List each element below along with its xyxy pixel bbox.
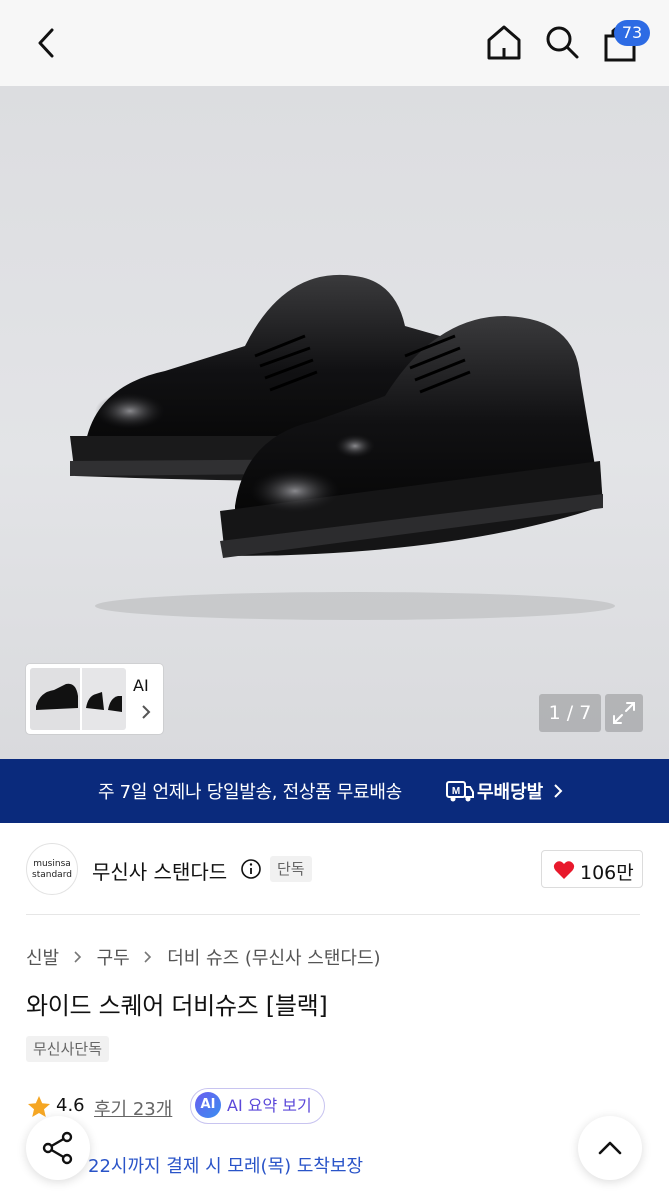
brand-logo[interactable]: musinsa standard (26, 843, 78, 895)
image-counter: 1 / 7 (539, 694, 601, 732)
star-icon (28, 1096, 50, 1117)
rating-value: 4.6 (56, 1095, 85, 1116)
like-count: 106만 (580, 862, 634, 884)
delivery-guarantee-text: 22시까지 결제 시 모레(목) 도착보장 (88, 1156, 364, 1177)
breadcrumb: 신발 구두 더비 슈즈 (무신사 스탠다드) (26, 944, 381, 970)
chevron-right-icon (142, 705, 151, 719)
reviews-link[interactable]: 후기 23개 (94, 1095, 172, 1121)
ai-summary-button[interactable]: AI AI 요약 보기 (190, 1088, 325, 1124)
thumbnail-image (30, 668, 126, 730)
product-image-gallery[interactable]: AI 1 / 7 (0, 86, 669, 759)
ai-badge-icon: AI (195, 1092, 221, 1118)
banner-badge-text: 무배당발 (477, 782, 544, 803)
heart-icon (553, 861, 575, 879)
cart-count-badge: 73 (614, 20, 650, 46)
ai-summary-label: AI 요약 보기 (227, 1096, 312, 1115)
breadcrumb-item[interactable]: 신발 (26, 944, 59, 970)
ai-label: AI (133, 676, 149, 695)
exclusive-tag: 무신사단독 (26, 1036, 110, 1062)
product-title: 와이드 스퀘어 더비슈즈 [블랙] (26, 992, 328, 1020)
exclusive-badge: 단독 (270, 856, 312, 882)
divider (26, 914, 640, 915)
banner-text: 주 7일 언제나 당일발송, 전상품 무료배송 (98, 782, 402, 803)
free-delivery-banner[interactable]: 주 7일 언제나 당일발송, 전상품 무료배송 M 무배당발 (0, 759, 669, 823)
info-icon[interactable] (240, 858, 262, 880)
delivery-truck-icon: M (446, 781, 474, 802)
chevron-up-icon (598, 1141, 622, 1155)
search-icon[interactable] (542, 22, 582, 62)
like-button[interactable]: 106만 (541, 850, 643, 888)
product-photo (70, 274, 615, 620)
home-icon[interactable] (484, 22, 524, 62)
breadcrumb-item[interactable]: 더비 슈즈 (무신사 스탠다드) (167, 944, 380, 970)
share-button[interactable] (26, 1116, 90, 1180)
brand-name[interactable]: 무신사 스탠다드 (92, 856, 227, 885)
scroll-top-button[interactable] (578, 1116, 642, 1180)
ai-thumbnail-strip[interactable]: AI (26, 664, 163, 734)
chevron-right-icon (554, 784, 563, 798)
svg-text:M: M (452, 786, 460, 797)
chevron-right-icon (74, 951, 81, 963)
share-icon (42, 1131, 73, 1165)
chevron-right-icon (144, 951, 152, 963)
expand-icon (613, 702, 635, 724)
expand-button[interactable] (605, 694, 643, 732)
top-app-bar: 73 (0, 0, 669, 86)
back-chevron-icon[interactable] (30, 24, 64, 62)
breadcrumb-item[interactable]: 구두 (97, 944, 130, 970)
